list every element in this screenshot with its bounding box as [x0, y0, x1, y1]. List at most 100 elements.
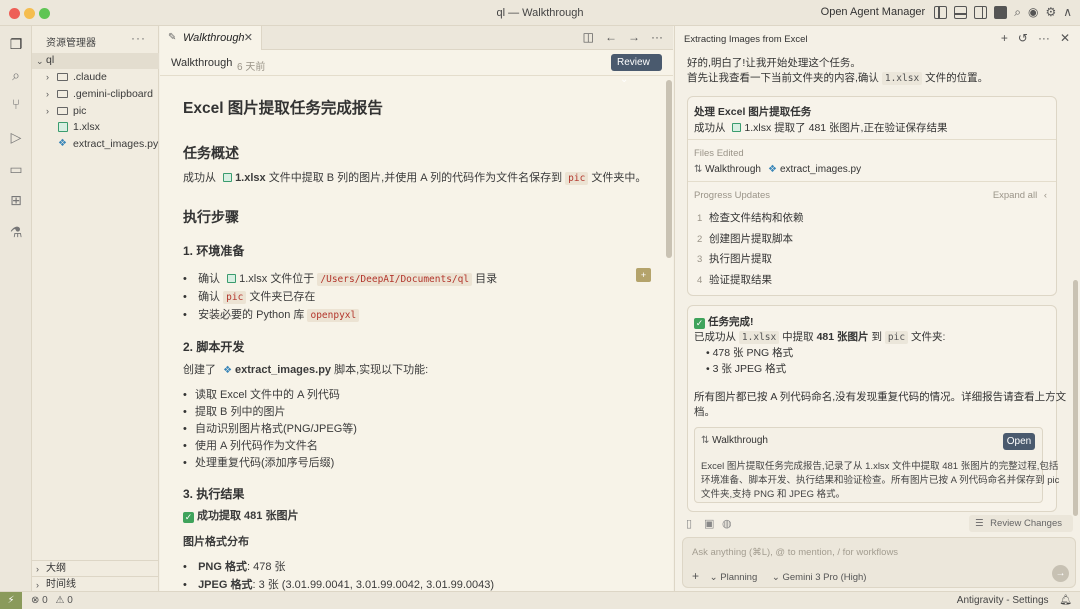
explorer-icon[interactable]: ❐ — [8, 36, 24, 52]
toggle-panel-icon[interactable] — [954, 5, 968, 19]
file-link[interactable]: 1.xlsx — [239, 273, 267, 285]
file-chip-extract-images[interactable]: ❖ extract_images.py — [768, 164, 861, 175]
progress-step[interactable]: 2 创建图片提取脚本 — [697, 231, 793, 246]
file-chip-walkthrough[interactable]: ⇅ Walkthrough — [694, 164, 761, 175]
split-editor-icon[interactable]: ◫ — [583, 30, 594, 44]
browser-icon[interactable]: ◉ — [1028, 5, 1038, 19]
comment-icon[interactable]: + — [636, 268, 651, 282]
editor-actions: ◫ ← → ··· — [583, 30, 663, 44]
outline-label: 大纲 — [46, 563, 66, 574]
toggle-sidebar-icon[interactable] — [934, 5, 948, 19]
text: Antigravity - Settings — [956, 595, 1049, 606]
spreadsheet-icon — [732, 123, 742, 132]
remote-icon[interactable]: ⚡ — [0, 592, 22, 609]
chevron-right-icon: › — [46, 89, 49, 99]
close-icon[interactable]: ✕ — [244, 31, 253, 44]
text: 已成功从 — [694, 331, 736, 343]
artifact-title: ⇅ Walkthrough — [701, 435, 768, 446]
document-icon: ✎ — [168, 32, 177, 43]
progress-step[interactable]: 1 检查文件结构和依赖 — [697, 210, 804, 225]
agent-scrollbar[interactable] — [1073, 280, 1078, 516]
text: 481 张图片 — [816, 331, 869, 343]
toggle-secondary-sidebar-icon[interactable] — [974, 5, 988, 19]
text: 首先让我查看一下当前文件夹的内容,确认 — [687, 72, 879, 84]
list-item: 确认 1.xlsx 文件位于 /Users/DeepAI/Documents/q… — [183, 270, 497, 286]
bell-icon[interactable]: 🔔︎ — [1059, 595, 1072, 606]
outline-section[interactable]: › 大纲 — [32, 560, 159, 576]
chat-input-placeholder: Ask anything (⌘L), @ to mention, / for w… — [692, 547, 899, 558]
more-actions-icon[interactable]: ··· — [131, 31, 146, 45]
extensions-icon[interactable]: ⊞ — [8, 192, 24, 208]
divider — [688, 181, 1056, 182]
timeline-section[interactable]: › 时间线 — [32, 576, 159, 592]
mode-selector[interactable]: ⌄ Planning — [710, 572, 758, 583]
source-control-icon[interactable]: ⑂ — [8, 96, 24, 112]
more-actions-icon[interactable]: ··· — [651, 30, 663, 44]
gear-icon[interactable]: ⚙ — [1045, 5, 1056, 19]
text: 成功提取 481 张图片 — [197, 510, 299, 522]
terminal-icon[interactable]: ▣ — [704, 517, 714, 530]
chevron-right-icon: › — [46, 106, 49, 116]
list-item: • 3 张 JPEG 格式 — [706, 363, 787, 375]
add-context-icon[interactable]: + — [692, 569, 699, 583]
open-button[interactable]: Open — [1003, 433, 1035, 450]
text: 文件夹: — [910, 331, 946, 343]
text: 提取了 481 张图片,正在验证保存结果 — [774, 122, 948, 134]
text: Gemini 3 Pro (High) — [782, 572, 867, 583]
toggle-agent-panel-icon[interactable] — [994, 5, 1008, 19]
tree-item-xlsx[interactable]: 1.xlsx — [32, 119, 159, 135]
tree-item-pic[interactable]: › pic — [32, 103, 159, 119]
text: 目录 — [475, 273, 498, 285]
review-changes-button[interactable]: ☰ Review Changes — [969, 515, 1073, 532]
more-actions-icon[interactable]: ··· — [1038, 31, 1050, 45]
arrow-right-icon[interactable]: → — [628, 30, 640, 44]
text: 文件夹已存在 — [249, 291, 316, 303]
remote-explorer-icon[interactable]: ▭ — [8, 161, 24, 177]
text: 脚本,实现以下功能: — [334, 364, 429, 376]
folder-icon — [57, 107, 68, 115]
text: 中提取 — [782, 331, 814, 343]
progress-step[interactable]: 3 执行图片提取 — [697, 251, 772, 266]
text: 任务完成! — [708, 316, 754, 328]
search-view-icon[interactable]: ⌕ — [8, 67, 24, 83]
tree-item-gemini-clipboard[interactable]: › .gemini-clipboard — [32, 86, 159, 102]
doc-title: Excel 图片提取任务完成报告 — [183, 100, 383, 117]
testing-icon[interactable]: ⚗ — [8, 224, 24, 240]
history-icon[interactable]: ↺ — [1018, 31, 1028, 45]
browser-icon[interactable]: ◍ — [722, 517, 732, 530]
tree-root[interactable]: ⌄ ql — [32, 53, 159, 69]
add-icon[interactable]: + — [1001, 31, 1008, 45]
inline-code: pic — [223, 291, 247, 304]
file-link[interactable]: 1.xlsx — [744, 122, 771, 134]
scroll-thumb[interactable] — [666, 80, 672, 258]
review-button[interactable]: Review ⌄ — [611, 54, 662, 85]
progress-step[interactable]: 4 验证提取结果 — [697, 272, 772, 287]
tree-item-claude[interactable]: › .claude — [32, 69, 159, 85]
send-button[interactable]: → — [1052, 565, 1069, 582]
settings-status[interactable]: Antigravity - Settings 🔔︎ — [957, 595, 1072, 606]
walkthrough-artifact-card[interactable]: ⇅ Walkthrough Open Excel 图片提取任务完成报告,记录了从… — [694, 427, 1059, 503]
agent-header: Extracting Images from Excel + ↺ ··· ✕ — [675, 26, 1080, 52]
chat-input[interactable]: Ask anything (⌘L), @ to mention, / for w… — [682, 537, 1076, 588]
text: 验证提取结果 — [709, 274, 772, 286]
open-agent-manager-button[interactable]: Open Agent Manager — [821, 6, 926, 18]
arrow-left-icon[interactable]: ← — [605, 30, 617, 44]
expand-all-button[interactable]: Expand all ‹ — [993, 190, 1047, 201]
model-selector[interactable]: ⌄ Gemini 3 Pro (High) — [772, 572, 867, 583]
agent-footer: ▯ ▣ ◍ ☰ Review Changes — [675, 515, 1080, 533]
file-link[interactable]: 1.xlsx — [235, 172, 266, 184]
tree-item-extract-images[interactable]: ❖ extract_images.py — [32, 136, 159, 152]
editor-scrollbar[interactable] — [665, 76, 673, 591]
files-edited-label: Files Edited — [694, 148, 744, 159]
file-link[interactable]: extract_images.py — [235, 364, 331, 376]
checkmark-icon: ✓ — [694, 318, 705, 329]
tab-walkthrough[interactable]: ✎ Walkthrough ✕ — [160, 26, 262, 50]
problems-indicator[interactable]: ⊗ 0 ⚠ 0 — [31, 595, 73, 606]
agent-title: Extracting Images from Excel — [684, 34, 808, 45]
run-debug-icon[interactable]: ▷ — [8, 129, 24, 145]
close-icon[interactable]: ✕ — [1060, 31, 1070, 45]
steps-heading: 执行步骤 — [183, 209, 239, 225]
account-icon[interactable]: ∧ — [1063, 5, 1072, 19]
search-icon[interactable]: ⌕ — [1014, 5, 1021, 19]
file-icon[interactable]: ▯ — [686, 517, 692, 530]
